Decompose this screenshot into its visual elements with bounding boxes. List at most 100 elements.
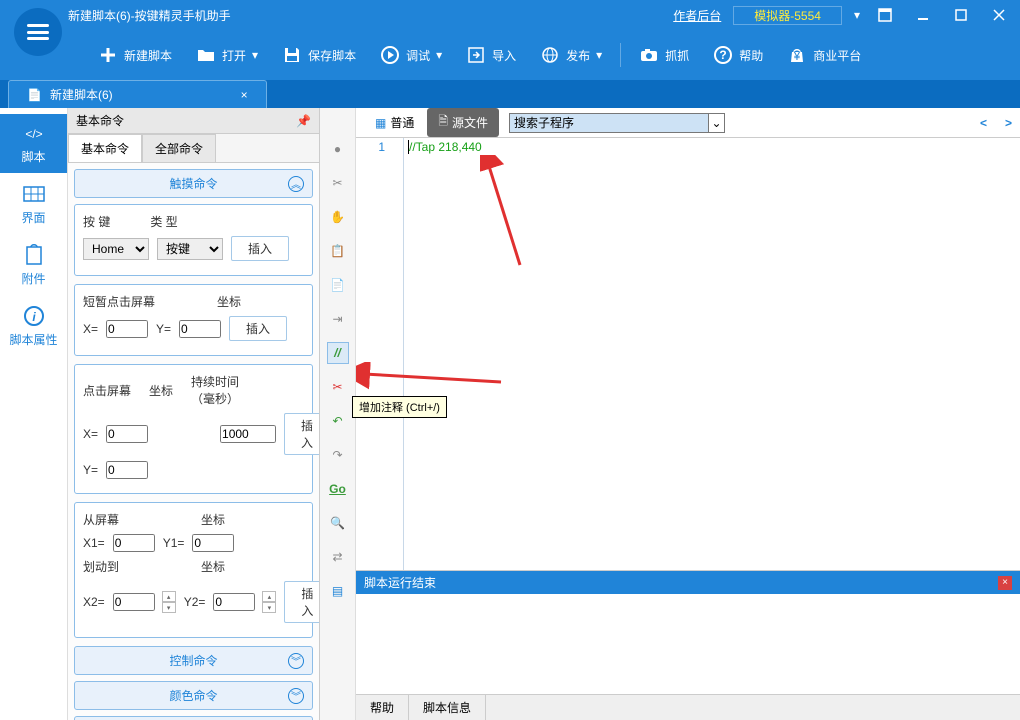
device-dropdown-icon[interactable]: ▾: [854, 8, 860, 22]
line-gutter: 1: [356, 138, 404, 570]
publish-button[interactable]: 发布▾: [530, 39, 612, 71]
svg-text:i: i: [32, 310, 36, 324]
nav-ui[interactable]: 界面: [0, 175, 67, 234]
author-backend-link[interactable]: 作者后台: [673, 7, 721, 24]
undo-icon[interactable]: ↶: [327, 410, 349, 432]
long-y-input[interactable]: [106, 461, 148, 479]
code-editor[interactable]: 1 //Tap 218,440: [356, 138, 1020, 570]
editor-icon-column: ● ✂ ✋ 📋 📄 ⇥ // ✂ ↶ ↷ Go 🔍 ⇄ ▤: [320, 108, 356, 720]
play-icon: [380, 45, 400, 65]
key-select[interactable]: Home: [83, 238, 149, 260]
record-icon[interactable]: ●: [327, 138, 349, 160]
globe-icon: [540, 45, 560, 65]
bookmark-icon[interactable]: ▤: [327, 580, 349, 602]
svg-text:¥: ¥: [793, 49, 801, 63]
redo-icon[interactable]: ↷: [327, 444, 349, 466]
insert-drag-button[interactable]: 插入: [284, 581, 319, 623]
y1-input[interactable]: [192, 534, 234, 552]
code-icon: </>: [20, 122, 48, 144]
output-tab-help[interactable]: 帮助: [356, 695, 409, 720]
file-tab[interactable]: 📄 新建脚本(6) ×: [8, 80, 267, 108]
copy-icon[interactable]: 📋: [327, 240, 349, 262]
source-icon: 🗎: [438, 112, 448, 133]
svg-text:?: ?: [720, 48, 727, 62]
info-icon: i: [20, 305, 48, 327]
comment-icon[interactable]: //: [327, 342, 349, 364]
insert-key-button[interactable]: 插入: [231, 236, 289, 261]
go-icon[interactable]: Go: [327, 478, 349, 500]
search-dropdown-icon[interactable]: ⌄: [709, 113, 725, 133]
output-title: 脚本运行结束: [364, 574, 436, 591]
search-sub-input[interactable]: [509, 113, 709, 133]
x1-input[interactable]: [113, 534, 155, 552]
editor-toolbar: ▦普通 🗎源文件 ⌄ < >: [356, 108, 1020, 138]
help-button[interactable]: ?帮助: [703, 39, 773, 71]
tab-all-commands[interactable]: 全部命令: [142, 134, 216, 162]
nav-attach[interactable]: 附件: [0, 236, 67, 295]
hamburger-icon: [27, 24, 49, 40]
tooltip: 增加注释 (Ctrl+/): [352, 396, 447, 418]
cut-icon[interactable]: ✂: [327, 172, 349, 194]
folder-icon: [196, 45, 216, 65]
duration-input[interactable]: [220, 425, 276, 443]
color-commands-header[interactable]: 颜色命令︾: [74, 681, 313, 710]
save-button[interactable]: 保存脚本: [272, 39, 366, 71]
import-icon: [466, 45, 486, 65]
y2-spinner[interactable]: ▴▾: [262, 591, 276, 613]
indent-icon[interactable]: ⇥: [327, 308, 349, 330]
nav-script[interactable]: </> 脚本: [0, 114, 67, 173]
find-icon[interactable]: 🔍: [327, 512, 349, 534]
insert-long-button[interactable]: 插入: [284, 413, 319, 455]
collapse-icon: ︽: [288, 176, 304, 192]
normal-view-button[interactable]: ▦普通: [364, 108, 425, 137]
svg-text:</>: </>: [25, 127, 42, 141]
output-close-button[interactable]: ×: [998, 576, 1012, 590]
tap-y-input[interactable]: [179, 320, 221, 338]
main-toolbar: 新建脚本 打开▾ 保存脚本 调试▾ 导入 发布▾ 抓抓 ?帮助 ¥商业平台: [0, 30, 1020, 80]
control-commands-header[interactable]: 控制命令︾: [74, 646, 313, 675]
maximize-button[interactable]: [948, 4, 974, 26]
capture-button[interactable]: 抓抓: [629, 39, 699, 71]
tab-basic-commands[interactable]: 基本命令: [68, 134, 142, 162]
hand-icon[interactable]: ✋: [327, 206, 349, 228]
output-tab-info[interactable]: 脚本信息: [409, 695, 486, 720]
replace-icon[interactable]: ⇄: [327, 546, 349, 568]
search-sub-combo[interactable]: ⌄: [509, 113, 725, 133]
close-button[interactable]: [986, 4, 1012, 26]
new-script-button[interactable]: 新建脚本: [88, 39, 182, 71]
insert-tap-button[interactable]: 插入: [229, 316, 287, 341]
y2-input[interactable]: [213, 593, 255, 611]
expand-icon: ︾: [288, 688, 304, 704]
uncomment-icon[interactable]: ✂: [327, 376, 349, 398]
x2-input[interactable]: [113, 593, 155, 611]
import-button[interactable]: 导入: [456, 39, 526, 71]
prev-icon[interactable]: <: [980, 116, 987, 130]
next-icon[interactable]: >: [1005, 116, 1012, 130]
file-tabbar: 📄 新建脚本(6) ×: [0, 80, 1020, 108]
tab-close-button[interactable]: ×: [241, 88, 248, 102]
touch-commands-header[interactable]: 触摸命令 ︽: [74, 169, 313, 198]
debug-button[interactable]: 调试▾: [370, 39, 452, 71]
tap-x-input[interactable]: [106, 320, 148, 338]
open-button[interactable]: 打开▾: [186, 39, 268, 71]
window-title: 新建脚本(6)-按键精灵手机助手: [68, 7, 231, 24]
source-view-button[interactable]: 🗎源文件: [427, 108, 499, 137]
panel-header: 基本命令 📌: [68, 108, 319, 134]
paste-icon[interactable]: 📄: [327, 274, 349, 296]
type-select[interactable]: 按键: [157, 238, 223, 260]
nav-properties[interactable]: i 脚本属性: [0, 297, 67, 356]
minimize-button[interactable]: [910, 4, 936, 26]
left-nav: </> 脚本 界面 附件 i 脚本属性: [0, 108, 68, 720]
market-button[interactable]: ¥商业平台: [777, 39, 871, 71]
long-x-input[interactable]: [106, 425, 148, 443]
grid-icon: [20, 183, 48, 205]
device-selector[interactable]: 模拟器-5554: [733, 6, 842, 25]
graphic-commands-header[interactable]: 图形命令︾: [74, 716, 313, 720]
plus-icon: [98, 45, 118, 65]
command-panel: 基本命令 📌 基本命令 全部命令 触摸命令 ︽ 按 键类 型 Home 按键 插…: [68, 108, 320, 720]
config-icon[interactable]: [872, 4, 898, 26]
x2-spinner[interactable]: ▴▾: [162, 591, 176, 613]
app-menu-button[interactable]: [14, 8, 62, 56]
pin-icon[interactable]: 📌: [296, 114, 311, 128]
expand-icon: ︾: [288, 653, 304, 669]
